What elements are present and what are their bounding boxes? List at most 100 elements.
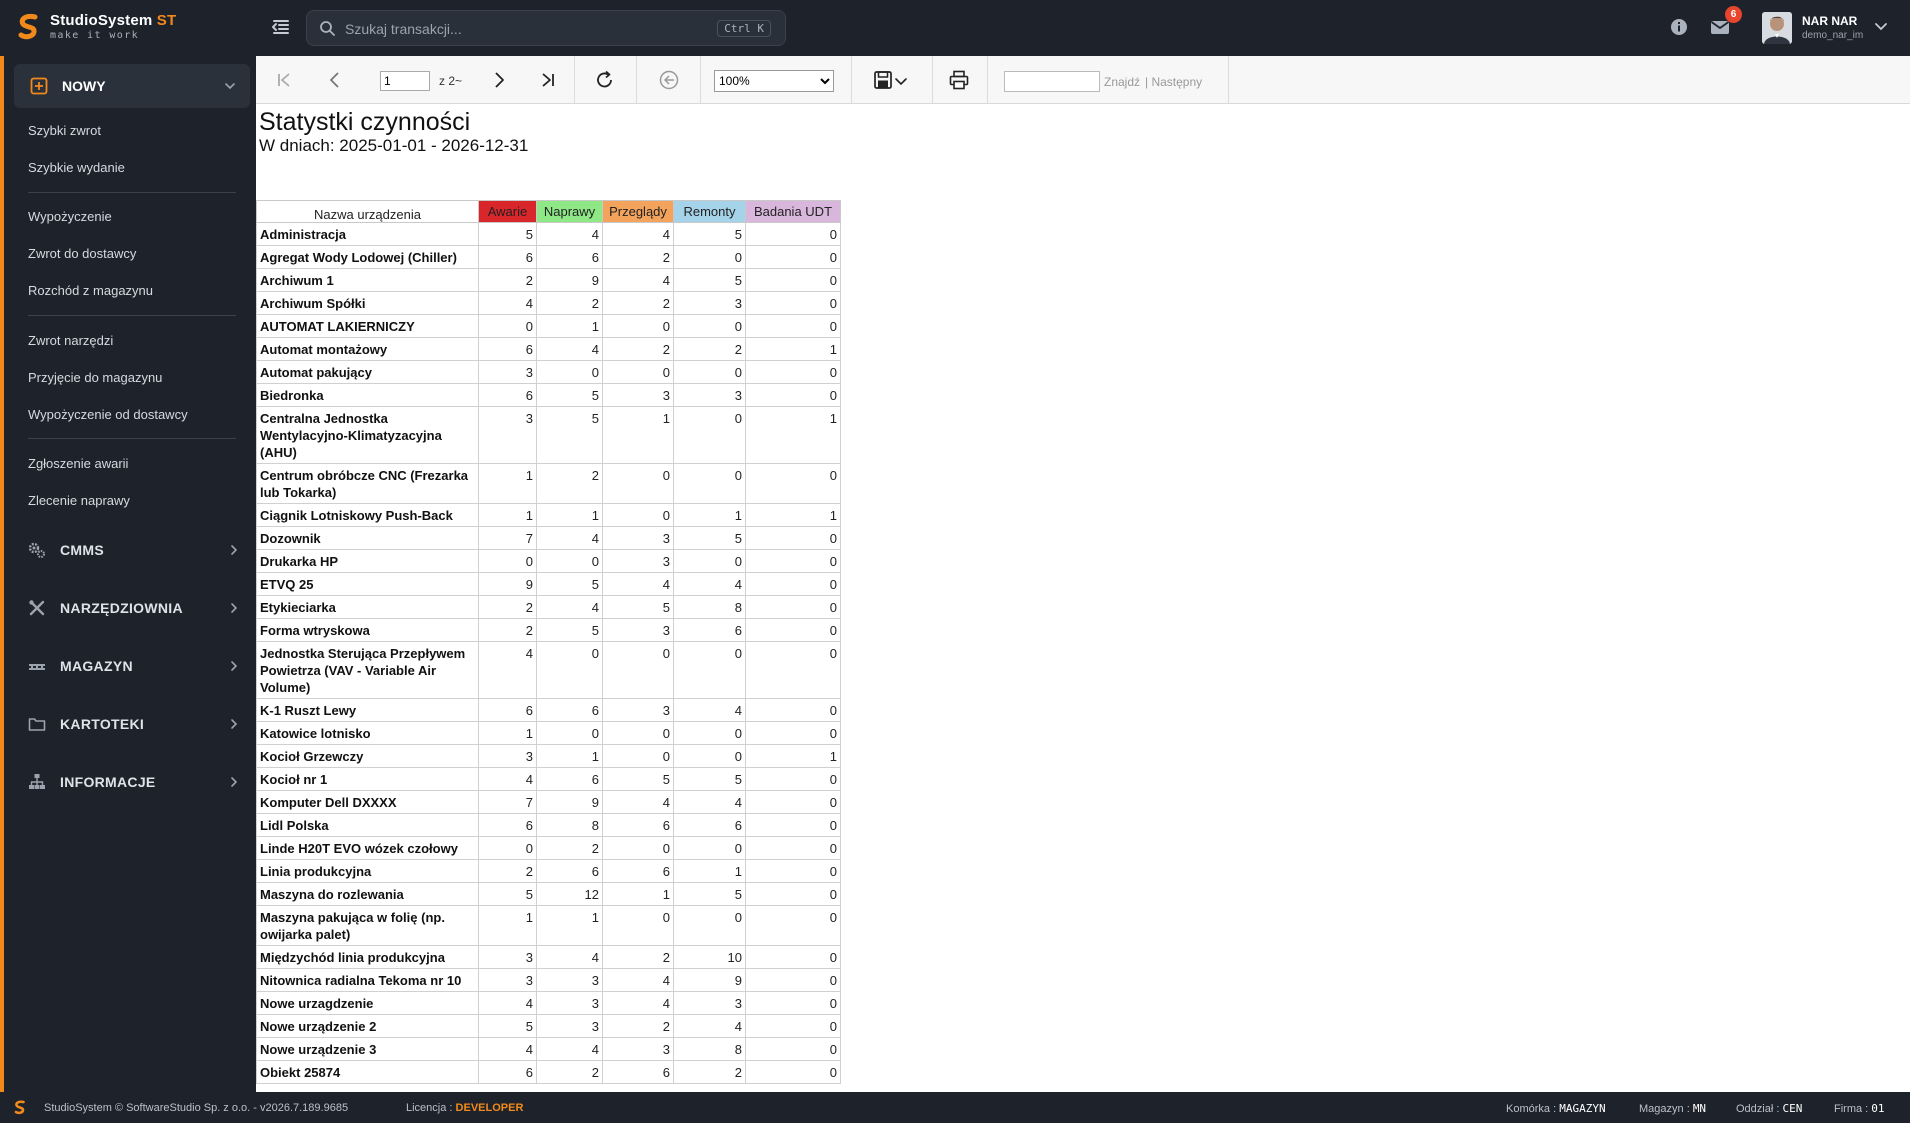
sidebar-section-nowy[interactable]: NOWY [14, 64, 250, 108]
page-count: z 2~ [439, 74, 463, 88]
value-cell: 6 [536, 859, 603, 883]
back-circle-icon[interactable] [658, 69, 680, 91]
device-name-cell: Agregat Wody Lodowej (Chiller) [256, 245, 479, 269]
value-cell: 5 [478, 222, 537, 246]
transaction-search[interactable]: Ctrl K [306, 10, 786, 46]
find-button[interactable]: Znajdź [1104, 75, 1140, 89]
divider [987, 56, 988, 104]
device-name-cell: Dozownik [256, 526, 479, 550]
chevron-down-icon[interactable] [894, 69, 908, 91]
device-name-cell: Linde H20T EVO wózek czołowy [256, 836, 479, 860]
value-cell: 3 [478, 744, 537, 768]
warehouse-label: Magazyn : [1639, 1103, 1690, 1115]
refresh-icon[interactable] [594, 69, 616, 91]
search-input[interactable] [345, 18, 685, 40]
sidebar-section-informacje[interactable]: INFORMACJE [24, 767, 240, 797]
find-next-button[interactable]: | Następny [1145, 75, 1202, 89]
chevron-right-icon [231, 661, 238, 671]
device-name-cell: Kocioł Grzewczy [256, 744, 479, 768]
sidebar-item-wypozyczenie-od-dostawcy[interactable]: Wypożyczenie od dostawcy [28, 407, 188, 422]
sidebar-item-rozchod-z-magazynu[interactable]: Rozchód z magazynu [28, 283, 153, 298]
table-row: Drukarka HP 0 0 3 0 0 [256, 549, 841, 573]
folder-icon [28, 718, 46, 731]
value-cell: 6 [602, 813, 674, 837]
value-cell: 0 [745, 836, 841, 860]
value-cell: 0 [536, 641, 603, 699]
value-cell: 0 [602, 905, 674, 946]
sidebar-section-magazyn[interactable]: MAGAZYN [24, 651, 240, 681]
sidebar-item-szybkie-wydanie[interactable]: Szybkie wydanie [28, 160, 125, 175]
sidebar-item-zlecenie-naprawy[interactable]: Zlecenie naprawy [28, 493, 130, 508]
value-cell: 4 [602, 991, 674, 1015]
info-icon[interactable] [1668, 16, 1690, 38]
print-icon[interactable] [948, 69, 970, 91]
value-cell: 0 [745, 641, 841, 699]
device-name-cell: Międzychód linia produkcyjna [256, 945, 479, 969]
previous-page-icon[interactable] [324, 69, 346, 91]
value-cell: 1 [478, 721, 537, 745]
value-cell: 0 [602, 360, 674, 384]
first-page-icon[interactable] [274, 69, 296, 91]
app-logo[interactable]: StudioSystem ST make it work [18, 12, 176, 41]
device-name-cell: Katowice lotnisko [256, 721, 479, 745]
sidebar-section-cmms[interactable]: CMMS [24, 535, 240, 565]
sitemap-icon [29, 774, 45, 789]
table-row: Lidl Polska 6 8 6 6 0 [256, 813, 841, 837]
table-row: Kocioł Grzewczy 3 1 0 0 1 [256, 744, 841, 768]
company-info: Firma : 01 [1834, 1102, 1885, 1115]
value-cell: 5 [536, 383, 603, 407]
avatar[interactable] [1762, 12, 1792, 44]
table-header-row: Nazwa urządzenia Awarie Naprawy Przegląd… [256, 200, 841, 223]
table-row: K-1 Ruszt Lewy 6 6 3 4 0 [256, 698, 841, 722]
divider [28, 315, 236, 316]
sidebar-section-kartoteki[interactable]: KARTOTEKI [24, 709, 240, 739]
value-cell: 5 [673, 767, 746, 791]
sidebar-item-przyjecie-do-magazynu[interactable]: Przyjęcie do magazynu [28, 370, 162, 385]
divider [1228, 56, 1229, 104]
menu-toggle-icon[interactable] [270, 16, 292, 38]
search-shortcut: Ctrl K [717, 20, 771, 37]
sidebar-item-szybki-zwrot[interactable]: Szybki zwrot [28, 123, 101, 138]
sidebar-section-narzedziownia[interactable]: NARZĘDZIOWNIA [24, 593, 240, 623]
find-input[interactable] [1004, 71, 1100, 92]
table-row: Kocioł nr 146550 [256, 767, 841, 791]
table-row: Międzychód linia produkcyjna 3 4 2 10 0 [256, 945, 841, 969]
value-cell: 3 [602, 698, 674, 722]
table-row: Ciągnik Lotniskowy Push-Back 1 1 0 1 1 [256, 503, 841, 527]
sidebar-item-zwrot-narzedzi[interactable]: Zwrot narzędzi [28, 333, 113, 348]
device-name-cell: Maszyna pakująca w folię (np. owijarka p… [256, 905, 479, 946]
value-cell: 6 [673, 618, 746, 642]
value-cell: 1 [478, 503, 537, 527]
value-cell: 2 [602, 245, 674, 269]
value-cell: 4 [673, 698, 746, 722]
device-name-cell: Nowe urządzenie 3 [256, 1037, 479, 1061]
value-cell: 4 [536, 526, 603, 550]
zoom-select[interactable]: 100% [714, 70, 834, 92]
sidebar-section-label: NARZĘDZIOWNIA [60, 600, 183, 616]
save-icon[interactable] [872, 69, 894, 91]
cell-value: MAGAZYN [1559, 1102, 1606, 1115]
value-cell: 4 [478, 291, 537, 315]
value-cell: 12 [536, 882, 603, 906]
table-row: Nowe urządzenie 344380 [256, 1037, 841, 1061]
sidebar-item-zgloszenie-awarii[interactable]: Zgłoszenie awarii [28, 456, 128, 471]
divider [28, 192, 236, 193]
last-page-icon[interactable] [536, 69, 558, 91]
add-square-icon [30, 77, 48, 95]
value-cell: 0 [478, 549, 537, 573]
value-cell: 0 [673, 549, 746, 573]
value-cell: 2 [536, 836, 603, 860]
sidebar-item-wypozyczenie[interactable]: Wypożyczenie [28, 209, 112, 224]
chevron-down-icon[interactable] [1874, 20, 1888, 34]
next-page-icon[interactable] [488, 69, 510, 91]
value-cell: 3 [478, 945, 537, 969]
user-info[interactable]: NAR NAR demo_nar_im [1802, 14, 1863, 41]
value-cell: 2 [536, 1060, 603, 1084]
page-number-input[interactable] [380, 71, 430, 91]
value-cell: 0 [745, 882, 841, 906]
app-name: StudioSystem [50, 12, 153, 29]
sidebar-item-zwrot-do-dostawcy[interactable]: Zwrot do dostawcy [28, 246, 136, 261]
device-name-cell: Lidl Polska [256, 813, 479, 837]
table-row: Administracja 5 4 4 5 0 [256, 222, 841, 246]
value-cell: 2 [602, 291, 674, 315]
